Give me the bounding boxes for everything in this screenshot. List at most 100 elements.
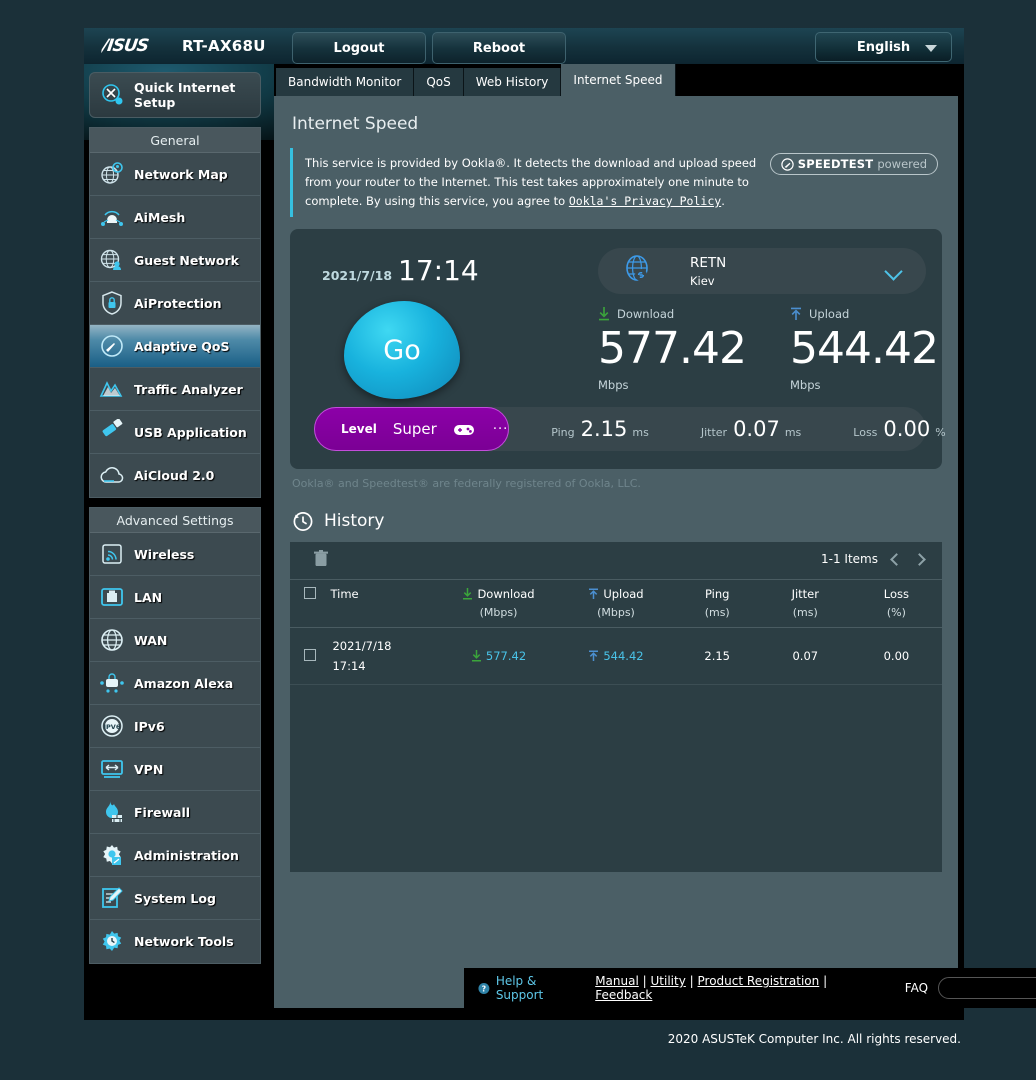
ookla-trademark-note: Ookla® and Speedtest® are federally regi… [292, 477, 958, 490]
language-selector[interactable]: English [815, 32, 952, 62]
level-more-dots[interactable]: ··· [493, 422, 508, 437]
delete-icon[interactable] [314, 550, 328, 571]
sidebar-item-adaptive-qos[interactable]: Adaptive QoS [90, 325, 260, 368]
row-upload-cell: 544.42 [557, 628, 674, 685]
sidebar-item-vpn[interactable]: VPN [90, 748, 260, 791]
aimesh-icon [99, 204, 125, 230]
col-download: Download (Mbps) [440, 580, 557, 628]
gear-icon [99, 842, 125, 868]
chevron-down-icon [925, 45, 937, 52]
sidebar-label: AiProtection [134, 296, 221, 311]
chevron-down-icon[interactable] [884, 262, 902, 280]
select-all-checkbox[interactable] [304, 587, 316, 599]
upload-metric: Upload 544.42 Mbps [790, 307, 938, 392]
jitter-label: Jitter [701, 426, 727, 439]
sidebar-label: AiMesh [134, 210, 185, 225]
svg-text:?: ? [482, 984, 486, 993]
history-table-container: 1-1 Items Time [290, 542, 942, 872]
main-content: Bandwidth Monitor QoS Web History Intern… [274, 64, 958, 1008]
history-pager: 1-1 Items [821, 552, 924, 566]
sidebar-label: Network Map [134, 167, 228, 182]
pager-count: 1-1 Items [821, 552, 878, 566]
next-page-icon[interactable] [913, 553, 926, 566]
ping-unit: ms [632, 426, 648, 439]
sidebar-item-administration[interactable]: Administration [90, 834, 260, 877]
prev-page-icon[interactable] [890, 553, 903, 566]
globe-icon [99, 627, 125, 653]
sidebar-item-aimesh[interactable]: AiMesh [90, 196, 260, 239]
download-unit: Mbps [598, 378, 746, 392]
quick-internet-setup-button[interactable]: Quick Internet Setup [89, 72, 261, 118]
row-jitter-value: 0.07 [760, 628, 851, 685]
sidebar-item-network-map[interactable]: Network Map [90, 153, 260, 196]
service-note-text: This service is provided by Ookla®. It d… [305, 154, 775, 211]
col-time: Time [330, 580, 439, 628]
download-label: Download [617, 307, 674, 321]
speedtest-badge-bold: SPEEDTEST [798, 157, 874, 171]
upload-arrow-icon [588, 588, 599, 600]
row-checkbox[interactable] [304, 649, 316, 661]
sidebar-item-ipv6[interactable]: IPV6 IPv6 [90, 705, 260, 748]
traffic-analyzer-icon [99, 376, 125, 402]
jitter-stat: Jitter 0.07 ms [701, 417, 801, 441]
sidebar-label: System Log [134, 891, 216, 906]
tab-bandwidth-monitor[interactable]: Bandwidth Monitor [276, 68, 414, 96]
sidebar-label: VPN [134, 762, 163, 777]
loss-stat: Loss 0.00 % [853, 417, 945, 441]
row-upload-value: 544.42 [603, 649, 643, 663]
sidebar-group-general: General Network Map [89, 127, 261, 498]
result-datetime: 2021/7/18 17:14 [322, 254, 479, 287]
sep-1: | [643, 974, 647, 988]
sidebar-item-wireless[interactable]: Wireless [90, 533, 260, 576]
sidebar-item-firewall[interactable]: Firewall [90, 791, 260, 834]
top-bar: /ISUS RT-AX68U Logout Reboot English [84, 28, 964, 64]
product-registration-link[interactable]: Product Registration [698, 974, 820, 988]
table-row[interactable]: 2021/7/18 17:14 577.42 [290, 628, 942, 685]
sidebar-label: IPv6 [134, 719, 165, 734]
tab-web-history[interactable]: Web History [464, 68, 562, 96]
sidebar-group-title-general: General [90, 128, 260, 153]
usb-icon [99, 419, 125, 445]
col-loss-unit: (%) [851, 606, 942, 619]
sidebar-item-aiprotection[interactable]: AiProtection [90, 282, 260, 325]
sidebar-item-wan[interactable]: WAN [90, 619, 260, 662]
sidebar-item-aicloud[interactable]: AiCloud 2.0 [90, 454, 260, 497]
sidebar-item-amazon-alexa[interactable]: Amazon Alexa [90, 662, 260, 705]
server-name: RETN [690, 255, 726, 271]
sidebar-item-usb-application[interactable]: USB Application [90, 411, 260, 454]
col-download-unit: (Mbps) [440, 606, 557, 619]
feedback-link[interactable]: Feedback [595, 988, 652, 1002]
guest-network-icon [99, 247, 125, 273]
reboot-button[interactable]: Reboot [432, 32, 566, 64]
server-selector[interactable]: RETN Kiev [598, 248, 926, 294]
svg-text:IPV6: IPV6 [104, 723, 121, 731]
sidebar-item-network-tools[interactable]: Network Tools [90, 920, 260, 963]
sidebar-item-lan[interactable]: LAN [90, 576, 260, 619]
upload-label: Upload [809, 307, 849, 321]
cloud-icon [99, 463, 125, 489]
sidebar-item-system-log[interactable]: System Log [90, 877, 260, 920]
asus-logo: /ISUS [100, 35, 175, 59]
col-loss-label: Loss [884, 587, 909, 601]
tab-qos[interactable]: QoS [414, 68, 463, 96]
go-button-label: Go [383, 335, 420, 366]
utility-link[interactable]: Utility [651, 974, 686, 988]
level-key: Level [341, 422, 377, 436]
sidebar-item-guest-network[interactable]: Guest Network [90, 239, 260, 282]
help-and-support[interactable]: ? Help & Support [478, 974, 579, 1002]
level-badge[interactable]: Level Super ··· [314, 407, 509, 451]
tab-internet-speed[interactable]: Internet Speed [561, 64, 675, 96]
history-toolbar: 1-1 Items [290, 542, 942, 580]
col-ping-label: Ping [705, 587, 729, 601]
row-date: 2021/7/18 [332, 639, 439, 653]
download-arrow-icon [471, 650, 482, 662]
col-ping: Ping (ms) [675, 580, 760, 628]
sidebar-item-traffic-analyzer[interactable]: Traffic Analyzer [90, 368, 260, 411]
system-log-icon [99, 885, 125, 911]
faq-search-input[interactable] [938, 977, 1036, 999]
privacy-policy-link[interactable]: Ookla's Privacy Policy [569, 194, 721, 208]
go-button[interactable]: Go [344, 301, 460, 399]
manual-link[interactable]: Manual [595, 974, 639, 988]
logout-button[interactable]: Logout [292, 32, 426, 64]
vpn-icon [99, 756, 125, 782]
